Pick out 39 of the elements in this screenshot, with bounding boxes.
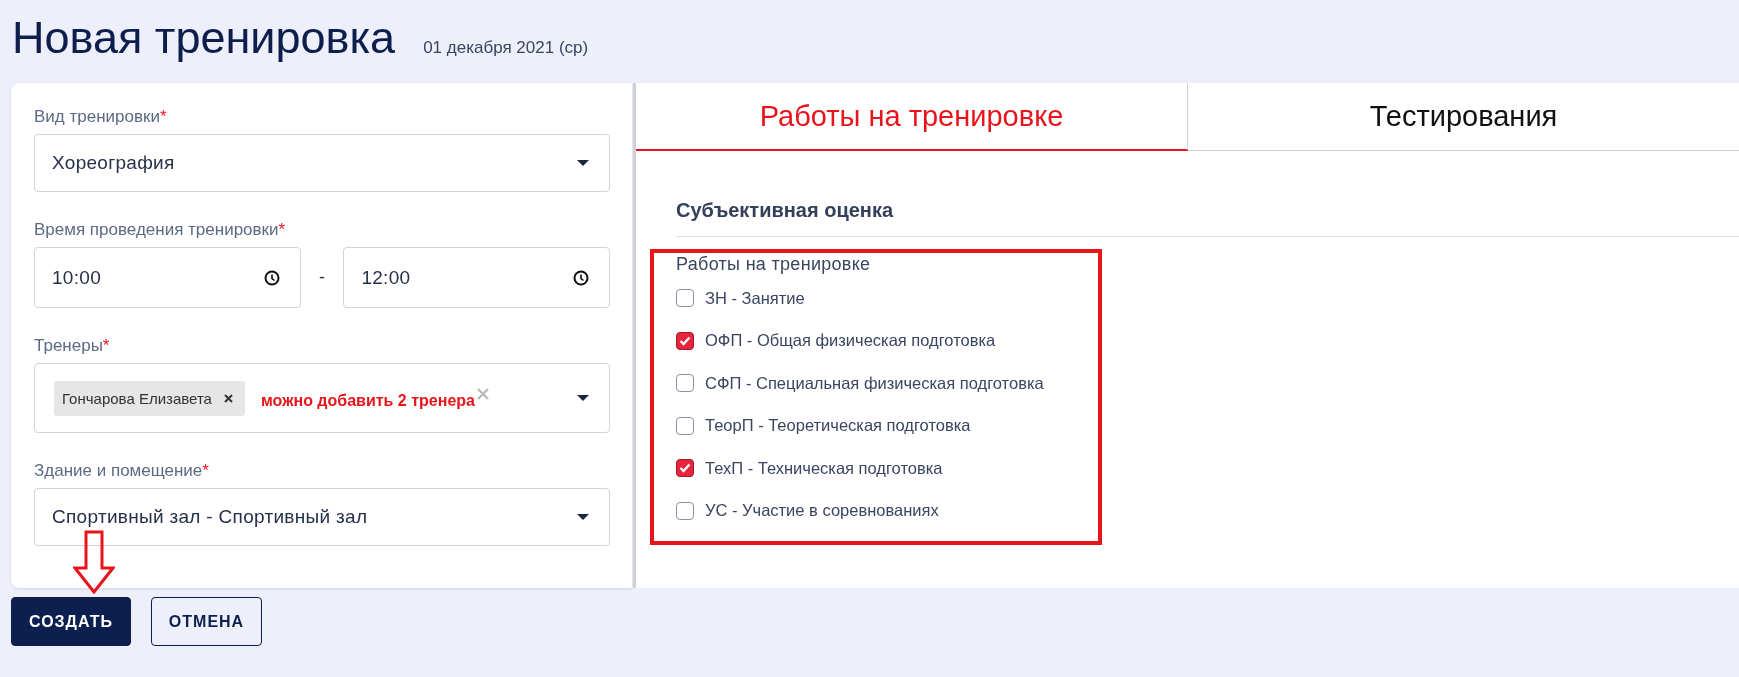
checkbox-label: ТеорП - Теоретическая подготовка <box>705 416 971 436</box>
multiselect-field[interactable]: Гончарова Елизавета можно добавить 2 тренера <box>34 363 610 433</box>
checkbox[interactable] <box>676 331 694 350</box>
page-title: Новая тренировка <box>12 12 396 64</box>
field-label: Тренеры* <box>34 336 111 356</box>
hint-text: можно добавить 2 тренера <box>260 392 475 410</box>
tab[interactable]: Работы на тренировке <box>636 83 1188 151</box>
group-label: Работы на тренировке <box>676 254 872 275</box>
field-label: Время проведения тренировки* <box>34 220 287 240</box>
checkbox-label: УС - Участие в соревнованиях <box>705 501 939 521</box>
checkbox-label: СФП - Специальная физическая подготовка <box>705 373 1044 393</box>
tab[interactable]: Тестирования <box>1188 83 1739 150</box>
field-label: Вид тренировки* <box>34 107 168 127</box>
close-icon <box>223 393 233 403</box>
time-field[interactable]: 12:00 <box>343 247 610 308</box>
checkbox-label: ОФП - Общая физическая подготовка <box>705 331 996 351</box>
checkbox-label: ЗН - Занятие <box>705 288 805 308</box>
clear-icon <box>476 388 489 400</box>
date-text: 01 декабря 2021 (ср) <box>423 38 589 58</box>
section-title: Субъективная оценка <box>676 199 895 223</box>
checkbox[interactable] <box>676 501 694 520</box>
selected-chip[interactable]: Гончарова Елизавета <box>54 380 245 416</box>
checkbox[interactable] <box>676 459 694 478</box>
caret-icon <box>577 395 589 401</box>
select-field[interactable]: Хореография <box>34 134 610 192</box>
checkbox[interactable] <box>676 416 694 435</box>
field-label: Здание и помещение* <box>34 461 210 481</box>
checkbox-label: ТехП - Техническая подготовка <box>705 458 943 478</box>
range-separator: - <box>318 267 326 288</box>
checkbox[interactable] <box>676 374 694 393</box>
caret-icon <box>577 514 589 520</box>
caret-icon <box>577 160 589 166</box>
cancel-button[interactable]: ОТМЕНА <box>151 597 262 646</box>
clock-icon <box>263 269 280 286</box>
clock-icon <box>573 269 589 286</box>
checkbox[interactable] <box>676 289 694 308</box>
select-field[interactable]: Спортивный зал - Спортивный зал <box>34 488 610 546</box>
time-field[interactable]: 10:00 <box>34 247 301 308</box>
create-button[interactable]: СОЗДАТЬ <box>11 597 131 646</box>
